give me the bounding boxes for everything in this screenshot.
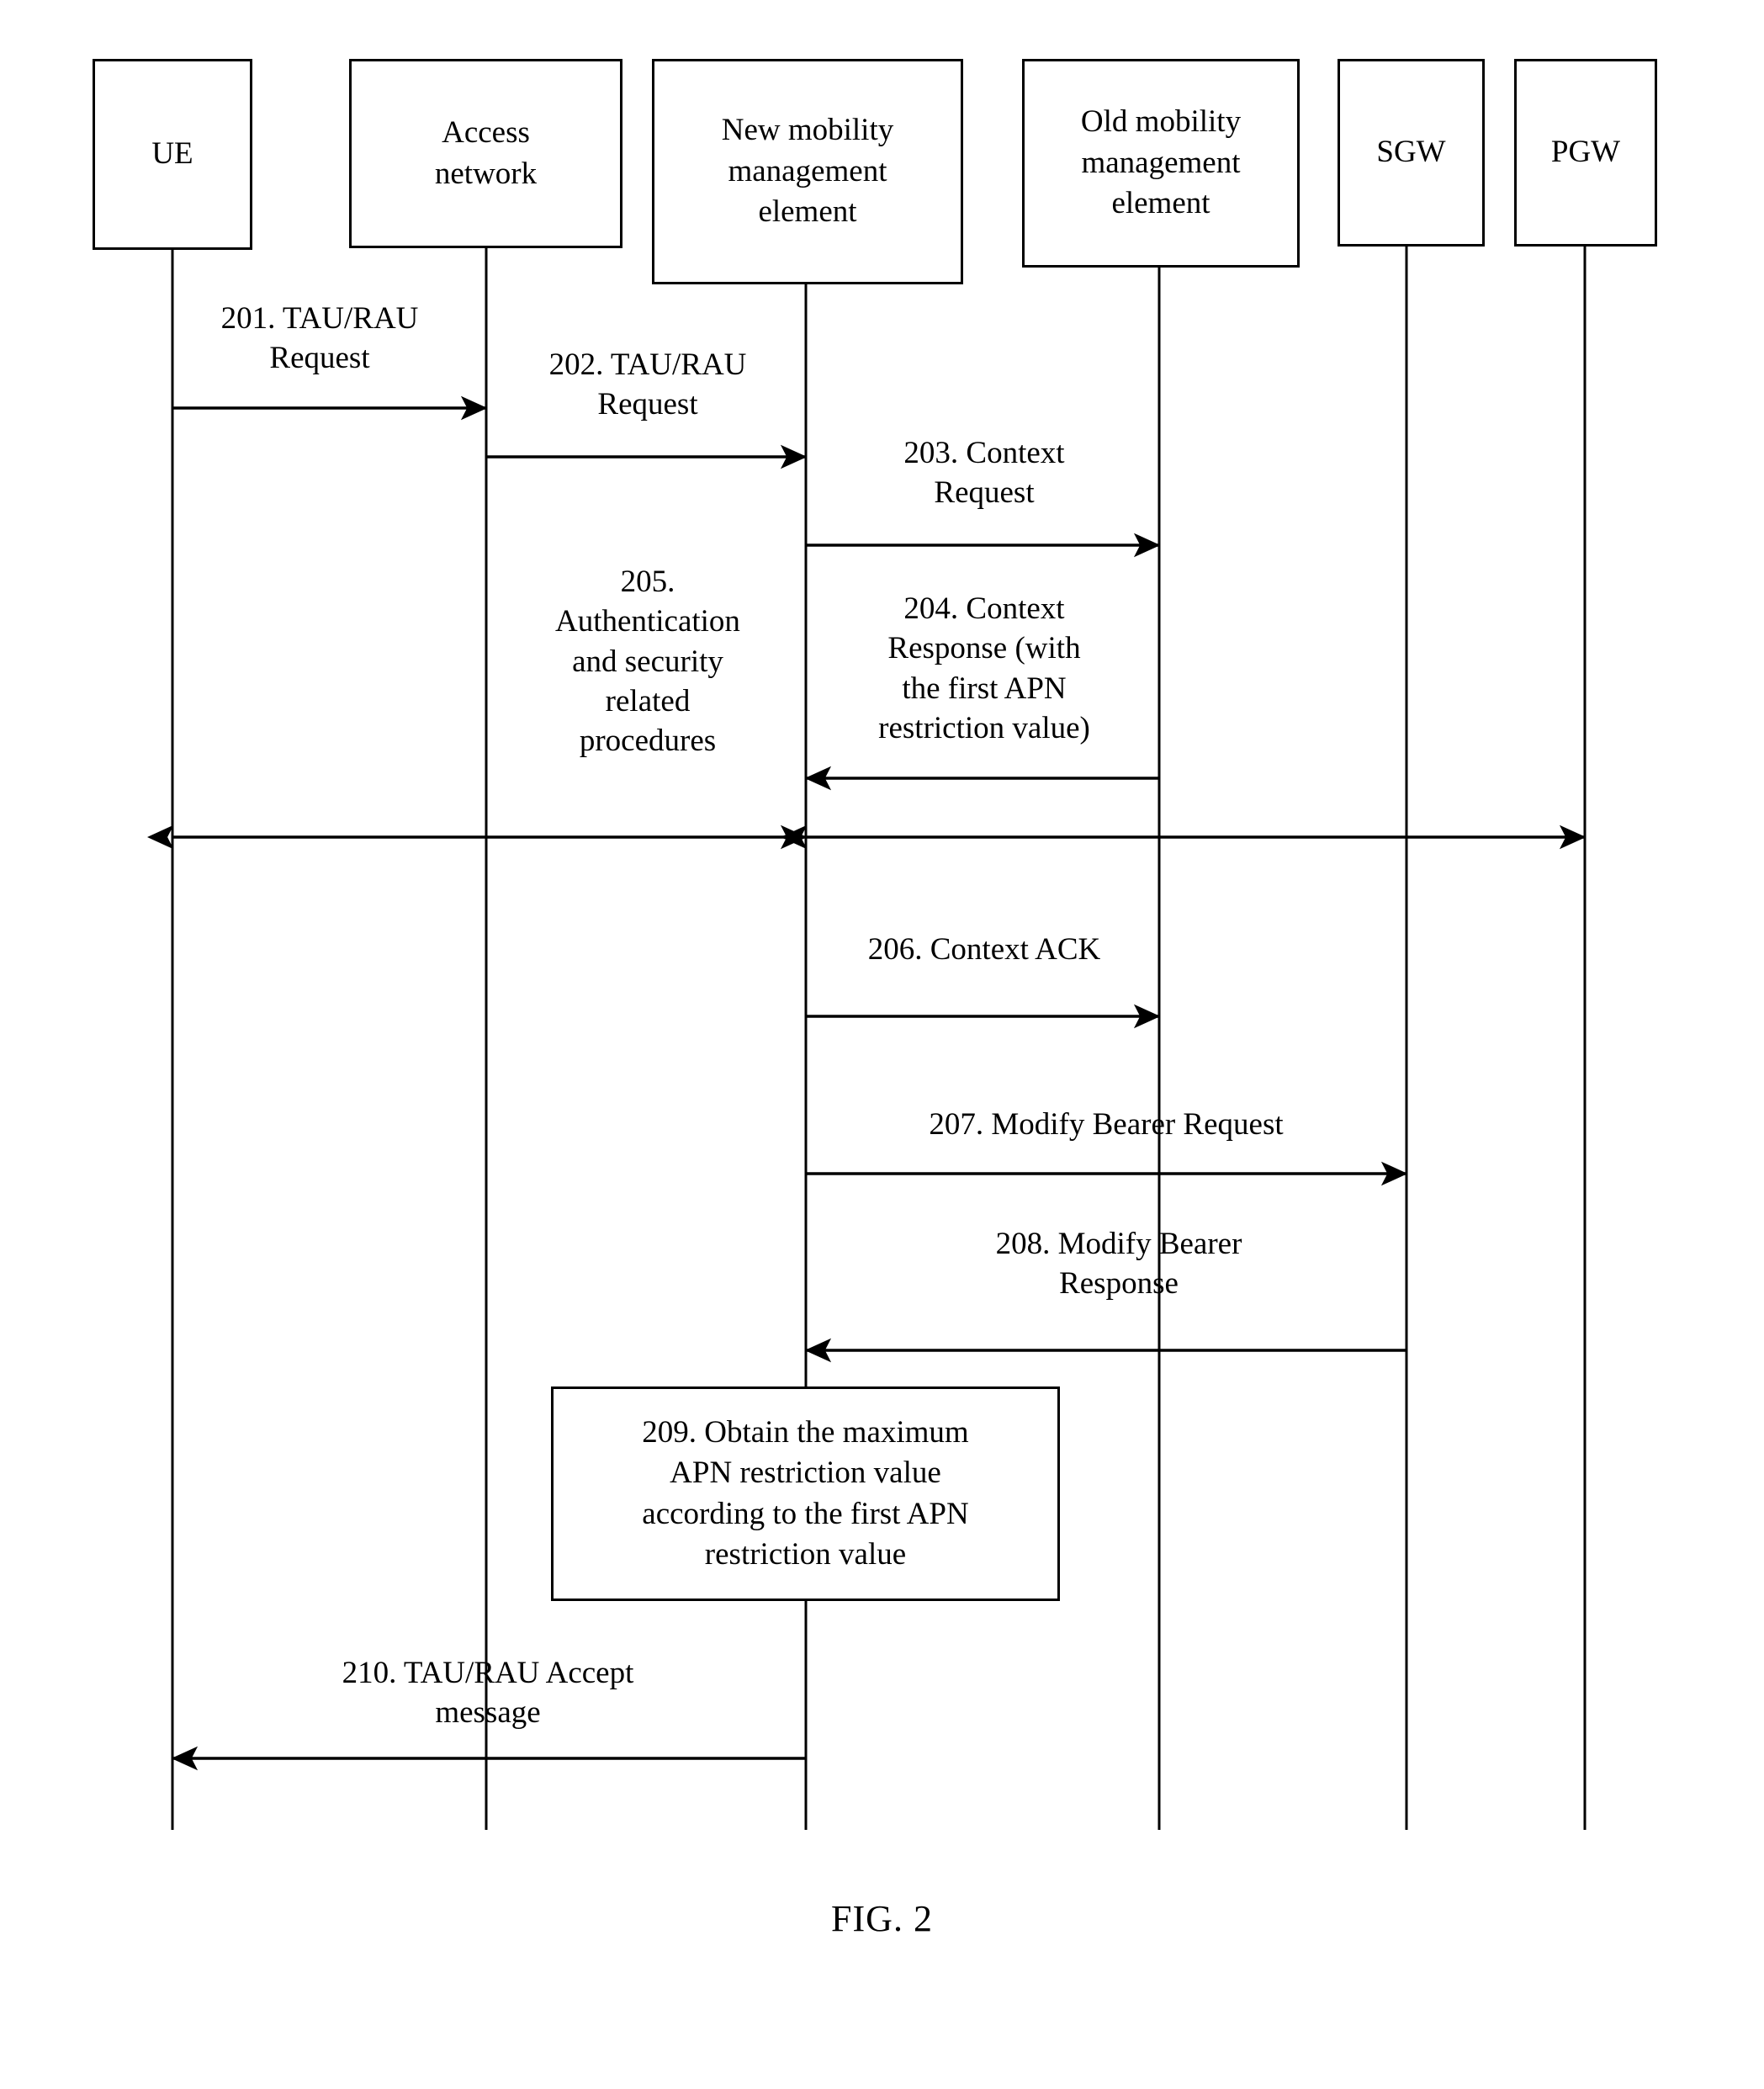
message-label-m203: 203. Context Request bbox=[903, 436, 1065, 511]
participant-box-sgw: SGW bbox=[1338, 59, 1485, 247]
message-label-m201: 201. TAU/RAU Request bbox=[220, 301, 419, 376]
message-label-m202: 202. TAU/RAU Request bbox=[548, 347, 747, 422]
figure-caption: FIG. 2 bbox=[831, 1898, 933, 1939]
participant-box-pgw: PGW bbox=[1514, 59, 1657, 247]
process-note-label-n209: 209. Obtain the maximum APN restriction … bbox=[642, 1415, 969, 1572]
process-note-n209: 209. Obtain the maximum APN restriction … bbox=[551, 1386, 1060, 1601]
participant-label-old_mme: Old mobility management element bbox=[1080, 103, 1242, 221]
message-label-m206: 206. Context ACK bbox=[867, 932, 1101, 967]
message-label-m208: 208. Modify Bearer Response bbox=[995, 1227, 1242, 1302]
participant-label-sgw: SGW bbox=[1376, 135, 1446, 170]
participant-label-ue: UE bbox=[151, 136, 193, 172]
participant-box-ue: UE bbox=[93, 59, 252, 250]
participant-label-access: Access network bbox=[434, 114, 538, 191]
participant-label-new_mme: New mobility management element bbox=[721, 112, 894, 230]
participant-box-access: Access network bbox=[349, 59, 622, 248]
message-label-m204: 204. Context Response (with the first AP… bbox=[878, 591, 1090, 746]
participant-box-new_mme: New mobility management element bbox=[652, 59, 963, 284]
message-label-m205: 205. Authentication and security related… bbox=[555, 565, 740, 759]
message-label-m207: 207. Modify Bearer Request bbox=[929, 1107, 1284, 1142]
participant-box-old_mme: Old mobility management element bbox=[1022, 59, 1300, 268]
participant-label-pgw: PGW bbox=[1550, 135, 1621, 170]
patent-figure: UE Access network New mobility management … bbox=[0, 0, 1764, 2089]
message-label-m210: 210. TAU/RAU Accept message bbox=[342, 1656, 634, 1731]
